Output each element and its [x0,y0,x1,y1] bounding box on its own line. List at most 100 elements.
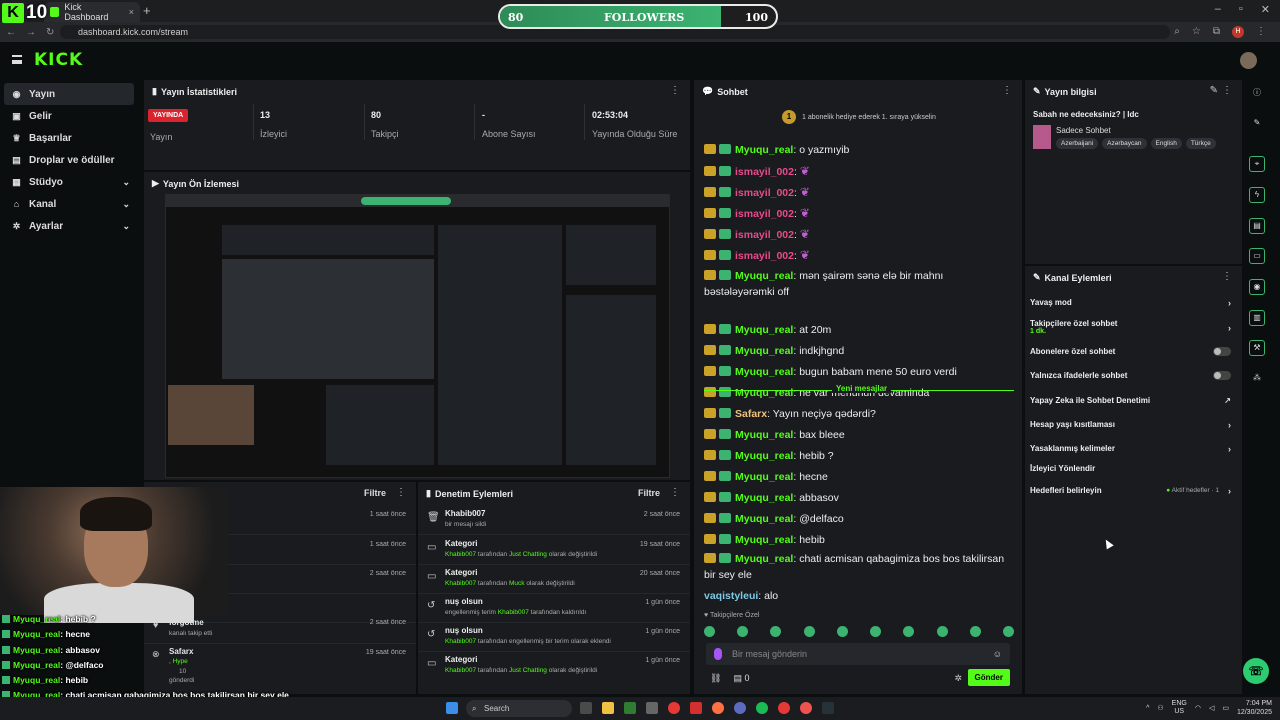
sidebar-item-revenue[interactable]: ▣ Gelir [0,105,140,127]
chrome-profile-icon[interactable] [778,702,790,714]
microphone-icon[interactable] [714,648,722,660]
user-avatar[interactable] [1240,52,1257,69]
emote-icon[interactable] [969,626,981,637]
help-support-button[interactable]: ☏ [1243,658,1269,684]
menu-kebab-icon[interactable]: ⋮ [1256,26,1266,38]
chat-message[interactable]: Myuqu_real: hebib [704,532,1010,548]
sidebar-item-stream[interactable]: ◉ Yayın [4,83,134,105]
chat-icon[interactable]: ▭ [1249,248,1265,264]
chat-username[interactable]: ismayil_002 [735,229,794,241]
emote-icon[interactable] [836,626,848,637]
chat-username[interactable]: Myuqu_real [735,270,793,282]
close-tab-icon[interactable]: × [129,7,134,17]
filter-button[interactable]: Filtre [364,488,386,498]
sidebar-item-channel[interactable]: ⌂ Kanal ⌄ [0,193,140,215]
action-goals[interactable]: Hedefleri belirleyin ● Aktif hedefler · … [1030,486,1235,496]
chat-username[interactable]: Myuqu_real [735,429,793,441]
emote-icon[interactable] [704,626,715,637]
wrench-icon[interactable]: ⚒ [1249,340,1265,356]
pencil-icon[interactable]: ✎ [1249,116,1265,132]
subscribers-only-toggle[interactable] [1213,347,1231,356]
new-messages-divider[interactable]: Yeni mesajlar [704,384,1014,396]
task-view-icon[interactable] [580,702,592,714]
emote-icon[interactable] [1002,626,1014,637]
chat-message[interactable]: Myuqu_real: chati acmisan qabagimiza bos… [704,551,1010,583]
chat-username[interactable]: ismayil_002 [735,166,794,178]
kebab-menu-icon[interactable]: ⋮ [1002,85,1012,96]
browser-icon[interactable] [800,702,812,714]
action-ai-moderation[interactable]: Yapay Zeka ile Sohbet Denetimi ↗ [1030,396,1235,405]
close-window-icon[interactable]: ✕ [1261,3,1270,16]
spotify-icon[interactable] [756,702,768,714]
links-icon[interactable]: ⛓ [710,673,721,684]
chat-message[interactable]: Myuqu_real: @delfaco [704,511,1010,527]
tray-app-icon[interactable]: ⚇ [1157,704,1163,712]
edit-icon[interactable]: ✎ [1210,85,1218,96]
action-raid[interactable]: İzleyici Yönlendir [1030,464,1235,473]
chat-message[interactable]: Safarx: Yayın neçiyə qədərdi? [704,406,1010,422]
chat-message[interactable]: vaqistyleui: alo [704,588,1010,604]
back-icon[interactable]: ← [6,27,16,38]
chat-username[interactable]: Myuqu_real [735,553,793,565]
browser-tab[interactable]: Kick Dashboard × [44,2,140,22]
kebab-menu-icon[interactable]: ⋮ [1222,85,1232,96]
store-icon[interactable] [646,702,658,714]
emote-icon[interactable] [936,626,948,637]
steam-icon[interactable] [822,702,834,714]
clock[interactable]: 7:04 PM 12/30/2025 [1237,699,1272,717]
profile-avatar[interactable]: H [1232,26,1244,38]
emote-icon[interactable] [870,626,882,637]
chat-message[interactable]: Myuqu_real: hebib ? [704,448,1010,464]
lightning-icon[interactable]: ϟ [1249,187,1265,203]
action-banned-words[interactable]: Yasaklanmış kelimeler › [1030,444,1235,454]
discord-icon[interactable] [734,702,746,714]
chat-username[interactable]: Myuqu_real [735,450,793,462]
chat-username[interactable]: Myuqu_real [735,366,793,378]
excel-icon[interactable] [624,702,636,714]
action-followers-only[interactable]: Takipçilere özel sohbet 1 dk. › [1030,319,1235,335]
chrome-icon[interactable] [668,702,680,714]
chat-input[interactable]: Bir mesaj gönderin ☺ [706,643,1010,665]
chat-message[interactable]: ismayil_002: ❦ [704,247,1010,264]
chat-message[interactable]: Myuqu_real: abbasov [704,490,1010,506]
broadcast-icon[interactable]: ◉ [1249,279,1265,295]
chat-username[interactable]: Myuqu_real [735,471,793,483]
minimize-icon[interactable]: – [1215,3,1221,16]
sidebar-item-settings[interactable]: ✲ Ayarlar ⌄ [0,215,140,237]
chat-username[interactable]: Safarx [735,408,767,420]
action-account-age[interactable]: Hesap yaşı kısıtlaması › [1030,420,1235,430]
reload-icon[interactable]: ↻ [46,27,54,38]
filter-button[interactable]: Filtre [638,488,660,498]
tray-chevron-icon[interactable]: ^ [1146,705,1149,712]
hamburger-menu-icon[interactable] [12,55,22,64]
stream-preview-video[interactable] [165,194,670,478]
chat-message[interactable]: ismayil_002: ❦ [704,163,1010,180]
zoom-icon[interactable]: ⌕ [1174,26,1180,38]
maximize-icon[interactable]: ▫ [1239,3,1243,16]
chat-message[interactable]: Myuqu_real: o yazmıyib [704,142,1010,158]
sidebar-item-drops[interactable]: ▤ Droplar ve ödüller [0,149,140,171]
sidebar-item-studio[interactable]: ▦ Stüdyo ⌄ [0,171,140,193]
chat-username[interactable]: Myuqu_real [735,492,793,504]
chat-message[interactable]: Myuqu_real: bugun babam mene 50 euro ver… [704,364,1010,380]
chat-username[interactable]: Myuqu_real [735,534,793,546]
chat-message[interactable]: Myuqu_real: at 20m [704,322,1010,338]
chat-username[interactable]: ismayil_002 [735,208,794,220]
kick-logo[interactable]: KICK [34,50,83,70]
chat-username[interactable]: ismayil_002 [735,187,794,199]
gift-icon[interactable]: ▤ 0 [733,673,749,684]
new-tab-button[interactable]: + [143,3,151,18]
app-icon[interactable] [690,702,702,714]
emote-icon[interactable] [803,626,815,637]
chat-message[interactable]: Myuqu_real: hecne [704,469,1010,485]
kebab-menu-icon[interactable]: ⋮ [1222,271,1232,282]
volume-icon[interactable]: ◁ [1209,704,1214,712]
windows-start-icon[interactable] [446,702,458,714]
chat-message[interactable]: ismayil_002: ❦ [704,184,1010,201]
extensions-icon[interactable]: ⧉ [1213,26,1220,38]
chrome-active-icon[interactable] [712,702,724,714]
chat-message[interactable]: Myuqu_real: mən şairəm sənə elə bir mahn… [704,268,1010,300]
kebab-menu-icon[interactable]: ⋮ [396,487,406,498]
action-slow-mode[interactable]: Yavaş mod › [1030,298,1235,308]
clipboard-icon[interactable]: ▤ [1249,218,1265,234]
